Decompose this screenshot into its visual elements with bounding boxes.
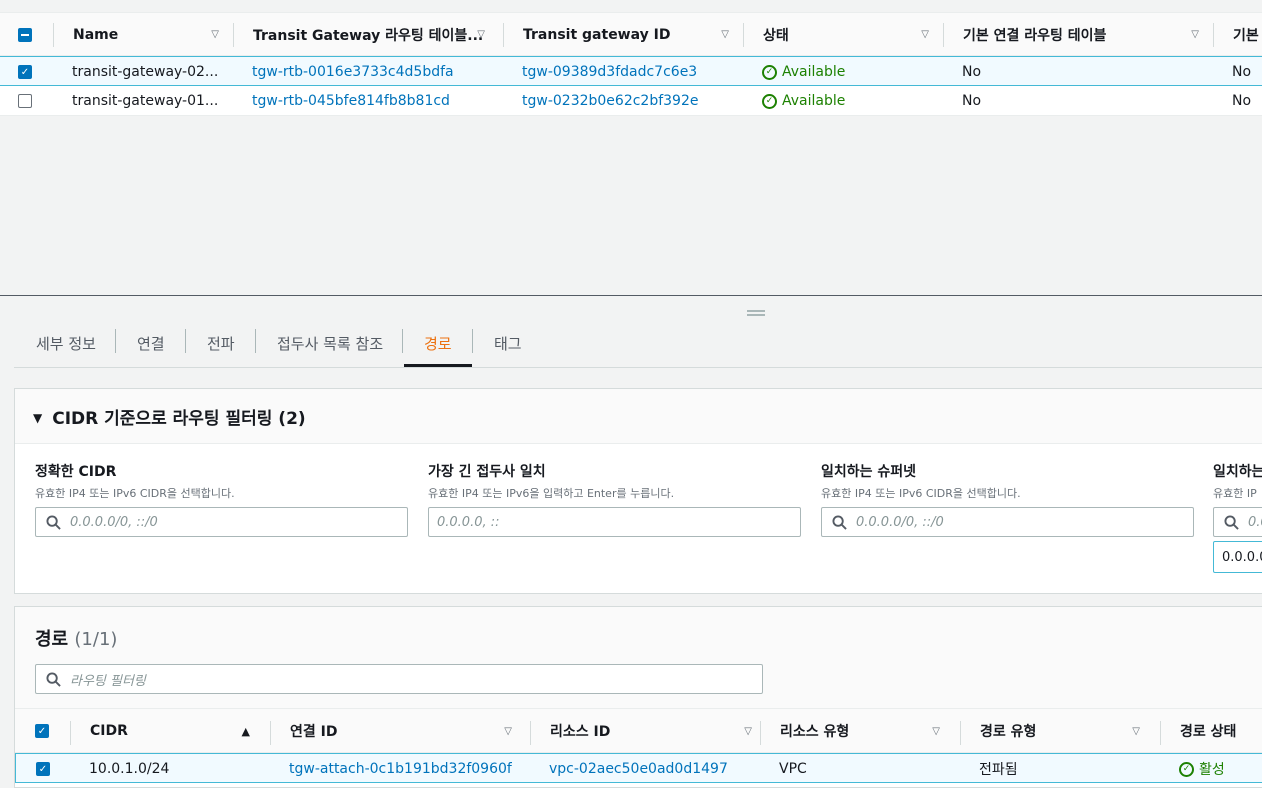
sort-icon: ▽ <box>504 725 512 737</box>
routes-count: (1/1) <box>74 629 118 650</box>
default-association-value: No <box>962 64 982 80</box>
sort-icon: ▽ <box>721 29 729 40</box>
routes-panel: 경로 (1/1) 라우팅 필터링 ✓ CIDR ▲ 연결 ID ▽ 리소스 ID… <box>14 606 1262 788</box>
route-type-value: 전파됨 <box>979 762 1018 778</box>
longest-prefix-input[interactable]: 0.0.0.0, :: <box>428 507 801 537</box>
column-header-default-association[interactable]: 기본 연결 라우팅 테이블 ▽ <box>963 13 1213 57</box>
column-header-route-table-id[interactable]: Transit Gateway 라우팅 테이블... ▽ <box>253 13 503 57</box>
sort-icon: ▽ <box>477 29 485 40</box>
route-table-id-link[interactable]: tgw-rtb-045bfe814fb8b81cd <box>252 86 502 116</box>
route-cidr: 10.0.1.0/24 <box>89 761 170 777</box>
subnet-filter-token[interactable]: 0.0.0.0 <box>1213 541 1262 573</box>
column-header-name[interactable]: Name ▽ <box>73 13 233 57</box>
default-association-value: No <box>962 93 982 109</box>
column-header-default-propagation[interactable]: 기본 <box>1233 13 1262 57</box>
transit-gateway-id-link[interactable]: tgw-0232b0e62c2bf392e <box>522 86 742 116</box>
row-checkbox[interactable]: ✓ <box>36 754 50 784</box>
routes-title: 경로 (1/1) <box>35 629 118 650</box>
attachment-id-link[interactable]: tgw-attach-0c1b191bd32f0960f <box>289 754 512 784</box>
status-badge: ✓ Available <box>762 57 845 87</box>
tab-prefix-list-references[interactable]: 접두사 목록 참조 <box>277 320 383 366</box>
matching-subnet-input[interactable]: 0.0 <box>1213 507 1262 537</box>
cidr-filter-title: CIDR 기준으로 라우팅 필터링 (2) <box>52 408 306 429</box>
route-table-name: transit-gateway-01... <box>72 93 219 109</box>
filter-matching-subnet: 일치하는 유효한 IP 0.0 <box>1213 461 1262 537</box>
column-header-resource-id[interactable]: 리소스 ID ▽ <box>550 709 760 753</box>
column-header-attachment-id[interactable]: 연결 ID ▽ <box>290 709 530 753</box>
checkbox-icon: ✓ <box>35 724 49 738</box>
exact-cidr-input[interactable]: 0.0.0.0/0, ::/0 <box>35 507 408 537</box>
table-row[interactable]: ✓ 10.0.1.0/24 tgw-attach-0c1b191bd32f096… <box>15 753 1262 783</box>
checkbox-icon: ✓ <box>36 762 50 776</box>
column-header-cidr[interactable]: CIDR ▲ <box>90 709 270 753</box>
row-checkbox[interactable] <box>18 86 32 116</box>
matching-supernet-input[interactable]: 0.0.0.0/0, ::/0 <box>821 507 1194 537</box>
search-icon <box>46 672 61 687</box>
active-tab-underline <box>404 364 472 367</box>
tab-tags[interactable]: 태그 <box>494 320 522 366</box>
cidr-filter-header[interactable]: ▼ CIDR 기준으로 라우팅 필터링 (2) <box>15 389 1262 444</box>
select-all-checkbox[interactable] <box>18 13 38 57</box>
column-header-status[interactable]: 상태 ▽ <box>763 13 943 57</box>
checkbox-icon <box>18 28 32 42</box>
status-ok-icon: ✓ <box>762 64 777 80</box>
route-tables-list: Name ▽ Transit Gateway 라우팅 테이블... ▽ Tran… <box>0 0 1262 296</box>
route-table-name: transit-gateway-02... <box>72 64 219 80</box>
route-state-badge: ✓ 활성 <box>1179 754 1225 784</box>
column-header-route-state[interactable]: 경로 상태 <box>1180 709 1262 753</box>
column-header-tgw-id[interactable]: Transit gateway ID ▽ <box>523 13 743 57</box>
detail-tabs: 세부 정보 연결 전파 접두사 목록 참조 경로 태그 <box>14 320 1262 368</box>
table-row[interactable]: transit-gateway-01... tgw-rtb-045bfe814f… <box>0 86 1262 116</box>
default-propagation-value: No <box>1232 93 1252 109</box>
sort-icon: ▽ <box>1132 725 1140 737</box>
filter-exact-cidr: 정확한 CIDR 유효한 IP4 또는 IPv6 CIDR을 선택합니다. 0.… <box>35 461 409 537</box>
status-ok-icon: ✓ <box>762 93 777 109</box>
sort-ascending-icon: ▲ <box>241 724 250 738</box>
table-header: Name ▽ Transit Gateway 라우팅 테이블... ▽ Tran… <box>0 12 1262 56</box>
column-header-route-type[interactable]: 경로 유형 ▽ <box>980 709 1160 753</box>
sort-icon: ▽ <box>921 29 929 40</box>
checkbox-icon <box>18 94 32 108</box>
filter-matching-supernet: 일치하는 슈퍼넷 유효한 IP4 또는 IPv6 CIDR을 선택합니다. 0.… <box>821 461 1195 537</box>
tab-propagations[interactable]: 전파 <box>207 320 235 366</box>
search-icon <box>832 515 847 530</box>
transit-gateway-id-link[interactable]: tgw-09389d3fdadc7c6e3 <box>522 57 742 87</box>
sort-icon: ▽ <box>744 725 752 737</box>
default-propagation-value: No <box>1232 64 1252 80</box>
cidr-filter-panel: ▼ CIDR 기준으로 라우팅 필터링 (2) 정확한 CIDR 유효한 IP4… <box>14 388 1262 594</box>
drag-handle-icon[interactable] <box>747 310 765 316</box>
resource-id-link[interactable]: vpc-02aec50e0ad0d1497 <box>549 754 728 784</box>
routes-search-input[interactable]: 라우팅 필터링 <box>35 664 763 694</box>
search-icon <box>46 515 61 530</box>
status-badge: ✓ Available <box>762 86 845 116</box>
tab-routes[interactable]: 경로 <box>424 320 452 366</box>
tab-details[interactable]: 세부 정보 <box>36 320 96 366</box>
routes-select-all-checkbox[interactable]: ✓ <box>35 709 49 753</box>
tab-attachments[interactable]: 연결 <box>137 320 165 366</box>
status-ok-icon: ✓ <box>1179 761 1194 777</box>
table-row[interactable]: ✓ transit-gateway-02... tgw-rtb-0016e373… <box>0 56 1262 86</box>
sort-icon: ▽ <box>932 725 940 737</box>
search-icon <box>1224 515 1239 530</box>
split-divider <box>0 295 1262 296</box>
collapse-caret-icon[interactable]: ▼ <box>33 411 42 425</box>
route-table-id-link[interactable]: tgw-rtb-0016e3733c4d5bdfa <box>252 57 502 87</box>
sort-icon: ▽ <box>211 29 219 40</box>
row-checkbox[interactable]: ✓ <box>18 57 32 87</box>
filter-longest-prefix: 가장 긴 접두사 일치 유효한 IP4 또는 IPv6을 입력하고 Enter를… <box>428 461 802 537</box>
column-header-resource-type[interactable]: 리소스 유형 ▽ <box>780 709 960 753</box>
sort-icon: ▽ <box>1191 29 1199 40</box>
resource-type-value: VPC <box>779 761 807 777</box>
checkbox-icon: ✓ <box>18 65 32 79</box>
